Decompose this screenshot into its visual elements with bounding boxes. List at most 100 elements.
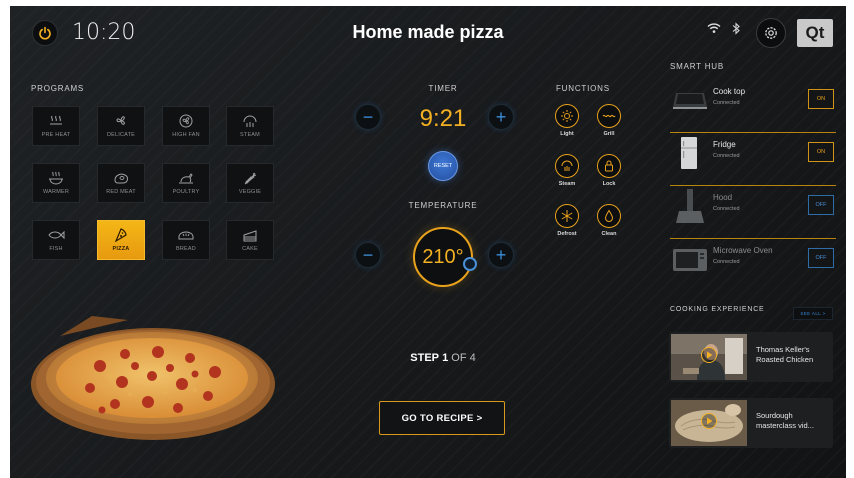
function-light[interactable]: Light [553,104,581,137]
lock-icon [605,160,613,172]
go-to-recipe-button[interactable]: GO TO RECIPE > [379,401,505,435]
program-fish[interactable]: FISH [32,220,80,260]
function-defrost[interactable]: Defrost [553,204,581,237]
clock-time: 10:20 [72,20,136,45]
high-fan-icon [179,114,193,128]
cake-icon [243,230,257,242]
gear-icon [765,27,777,39]
timer-heading: TIMER [428,84,458,93]
device-toggle-hood[interactable]: OFF [808,195,834,215]
program-steam[interactable]: STEAM [226,106,274,146]
function-grill[interactable]: Grill [595,104,623,137]
program-label: PRE HEAT [41,132,71,138]
program-label: PIZZA [112,246,130,252]
divider [670,185,836,186]
fish-icon [48,230,65,240]
program-pizza[interactable]: PIZZA [97,220,145,260]
temperature-increase-button[interactable]: + [488,242,514,268]
video-card[interactable]: Thomas Keller's Roasted Chicken [669,332,833,382]
pizza-image [31,316,275,440]
device-fridge: Fridge Connected ON [670,134,836,186]
cooktop-icon [673,93,707,109]
function-lock[interactable]: Lock [595,154,623,187]
timer-reset-button[interactable]: RESET [428,151,458,181]
bread-icon [178,231,194,240]
warmer-icon [49,171,63,185]
device-toggle-microwave-oven[interactable]: OFF [808,248,834,268]
program-poultry[interactable]: POULTRY [162,163,210,203]
step-indicator: STEP 1 OF 4 [380,352,506,364]
timer-increase-button[interactable]: + [488,104,514,130]
program-label: POULTRY [172,189,200,195]
meat-icon [114,173,128,184]
device-name: Microwave Oven [713,246,773,255]
device-name: Fridge [713,140,736,149]
program-label: DELICATE [106,132,136,138]
device-name: Cook top [713,87,746,96]
program-label: VEGGIE [238,189,262,195]
device-toggle-fridge[interactable]: ON [808,142,834,162]
device-status: Connected [713,100,740,106]
qt-logo: Qt [797,19,833,47]
programs-heading: PROGRAMS [31,84,85,93]
snowflake-icon [561,210,573,222]
timer-decrease-button[interactable]: − [355,104,381,130]
see-all-button[interactable]: SEE ALL > [793,307,833,320]
function-label: Lock [602,181,616,187]
program-label: HIGH FAN [172,132,200,138]
temperature-decrease-button[interactable]: − [355,242,381,268]
heat-waves-icon [50,115,62,125]
program-cake[interactable]: CAKE [226,220,274,260]
step-prefix: STEP [410,352,440,364]
program-bread[interactable]: BREAD [162,220,210,260]
device-hood: Hood Connected OFF [670,187,836,239]
smart-hub-heading: SMART HUB [670,62,725,71]
poultry-icon [179,173,193,184]
program-veggie[interactable]: VEGGIE [226,163,274,203]
program-label: RED MEAT [106,189,136,195]
temperature-value: 210° [422,245,464,268]
program-warmer[interactable]: WARMER [32,163,80,203]
fan-icon [116,116,125,125]
device-name: Hood [713,193,733,202]
video-card[interactable]: Sourdough masterclass vid... [669,398,833,448]
droplet-icon [604,209,614,222]
device-toggle-cook-top[interactable]: ON [808,89,834,109]
function-clean[interactable]: Clean [595,204,623,237]
temperature-dial-handle[interactable] [463,257,477,271]
video-title: Sourdough masterclass vid... [756,411,814,430]
play-icon [701,413,717,429]
fridge-icon [681,137,697,169]
program-red-meat[interactable]: RED MEAT [97,163,145,203]
grill-icon [602,114,616,118]
power-icon [39,26,51,40]
function-label: Light [560,131,574,137]
power-button[interactable] [32,20,58,46]
temperature-dial[interactable]: 210° [413,227,473,287]
step-current: 1 [442,352,449,364]
timer-value: 9:21 [419,105,467,132]
device-status: Connected [713,259,740,265]
functions-heading: FUNCTIONS [556,84,610,93]
device-microwave-oven: Microwave Oven Connected OFF [670,240,836,292]
program-label: CAKE [242,246,258,252]
microwave-icon [673,249,707,271]
device-status: Connected [713,206,740,212]
program-pre-heat[interactable]: PRE HEAT [32,106,80,146]
divider [670,238,836,239]
steam-icon [561,160,573,171]
function-label: Steam [558,181,576,187]
divider [670,132,836,133]
device-cook-top: Cook top Connected ON [670,81,836,133]
page-title: Home made pizza [352,22,504,42]
bluetooth-icon [732,22,740,35]
cooking-experience-heading: COOKING EXPERIENCE [670,306,765,313]
function-steam[interactable]: Steam [553,154,581,187]
step-total: OF 4 [451,352,476,364]
program-high-fan[interactable]: HIGH FAN [162,106,210,146]
device-status: Connected [713,153,740,159]
function-label: Clean [601,231,617,237]
program-delicate[interactable]: DELICATE [97,106,145,146]
light-icon [561,110,573,122]
settings-button[interactable] [756,18,786,48]
